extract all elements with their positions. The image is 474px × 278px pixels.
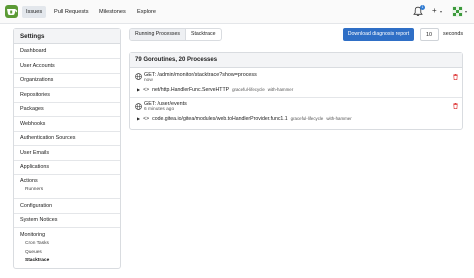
divider xyxy=(14,227,120,228)
chevron-down-icon[interactable]: ▾ xyxy=(440,9,442,15)
top-navbar: Issues Pull Requests Milestones Explore … xyxy=(0,0,474,24)
divider xyxy=(14,213,120,214)
sidebar-subitem-stacktrace[interactable]: Stacktrace xyxy=(25,258,49,264)
tab-stacktrace[interactable]: Stacktrace xyxy=(186,29,221,40)
divider xyxy=(14,73,120,74)
divider xyxy=(14,87,120,88)
avatar[interactable] xyxy=(452,6,463,17)
seconds-input[interactable] xyxy=(420,28,439,41)
download-diagnosis-button[interactable]: Download diagnosis report xyxy=(343,28,414,41)
stack-entry[interactable]: ▶ <> net/http.HandlerFunc.ServeHTTP gracefu… xyxy=(137,87,293,93)
divider xyxy=(14,174,120,175)
divider xyxy=(14,160,120,161)
globe-icon xyxy=(135,103,142,110)
divider xyxy=(14,145,120,146)
sidebar-subitem-queues[interactable]: Queues xyxy=(25,250,42,256)
stack-entry[interactable]: ▶ <> code.gitea.io/gitea/modules/web.toHan… xyxy=(137,116,352,122)
divider xyxy=(14,116,120,117)
process-tabs: Running Processes Stacktrace xyxy=(129,28,222,41)
code-icon: <> xyxy=(143,116,150,122)
sidebar-item-user-accounts[interactable]: User Accounts xyxy=(14,63,120,69)
sidebar-subitem-cron-tasks[interactable]: Cron Tasks xyxy=(25,241,49,247)
tab-running-processes[interactable]: Running Processes xyxy=(130,29,186,40)
stack-function: code.gitea.io/gitea/modules/web.toHandle… xyxy=(152,116,288,122)
sidebar-item-webhooks[interactable]: Webhooks xyxy=(14,121,120,127)
process-request: GET: /admin/monitor/stacktrace?show=proc… xyxy=(144,72,257,78)
sidebar-item-packages[interactable]: Packages xyxy=(14,106,120,112)
divider xyxy=(130,97,462,98)
sidebar-item-organizations[interactable]: Organizations xyxy=(14,77,120,83)
plus-icon[interactable]: + xyxy=(432,6,437,16)
panel-title: 79 Goroutines, 20 Processes xyxy=(130,53,462,68)
divider xyxy=(14,198,120,199)
sidebar-item-applications[interactable]: Applications xyxy=(14,164,120,170)
process-time: now xyxy=(144,78,153,83)
nav-pull-requests[interactable]: Pull Requests xyxy=(50,6,93,18)
stack-label: graceful-lifecycle xyxy=(232,87,265,92)
sidebar-item-configuration[interactable]: Configuration xyxy=(14,203,120,209)
triangle-right-icon[interactable]: ▶ xyxy=(137,87,140,93)
divider xyxy=(14,102,120,103)
sidebar-title: Settings xyxy=(14,29,120,44)
sidebar-item-dashboard[interactable]: Dashboard xyxy=(14,48,120,54)
sidebar-item-actions[interactable]: Actions xyxy=(14,178,120,184)
sidebar-item-repositories[interactable]: Repositories xyxy=(14,92,120,98)
seconds-label: seconds xyxy=(443,31,464,37)
code-icon: <> xyxy=(143,87,150,93)
nav-issues[interactable]: Issues xyxy=(22,6,47,18)
divider xyxy=(14,58,120,59)
nav-milestones[interactable]: Milestones xyxy=(95,6,130,18)
goroutines-panel: 79 Goroutines, 20 Processes GET: /admin/… xyxy=(129,52,463,130)
stack-label: graceful-lifecycle xyxy=(290,116,324,121)
sidebar-subitem-runners[interactable]: Runners xyxy=(25,187,43,193)
notification-count-badge: 1 xyxy=(420,5,425,10)
triangle-right-icon[interactable]: ▶ xyxy=(137,116,140,122)
divider xyxy=(14,131,120,132)
stack-label: with-hammer xyxy=(326,116,352,121)
sidebar-item-authentication-sources[interactable]: Authentication Sources xyxy=(14,135,120,141)
chevron-down-icon[interactable]: ▾ xyxy=(465,9,467,15)
sidebar-item-system-notices[interactable]: System Notices xyxy=(14,217,120,223)
process-time: 6 minutes ago xyxy=(144,107,175,112)
trash-icon[interactable] xyxy=(453,103,458,109)
stack-label: with-hammer xyxy=(267,87,294,92)
sidebar-item-monitoring[interactable]: Monitoring xyxy=(14,232,120,238)
gitea-logo-icon[interactable] xyxy=(5,5,18,18)
sidebar-item-user-emails[interactable]: User Emails xyxy=(14,150,120,156)
trash-icon[interactable] xyxy=(453,74,458,80)
globe-icon xyxy=(135,73,142,80)
stack-function: net/http.HandlerFunc.ServeHTTP xyxy=(152,87,230,93)
nav-explore[interactable]: Explore xyxy=(133,6,160,18)
settings-sidebar: Settings Dashboard User Accounts Organiz… xyxy=(13,28,121,269)
